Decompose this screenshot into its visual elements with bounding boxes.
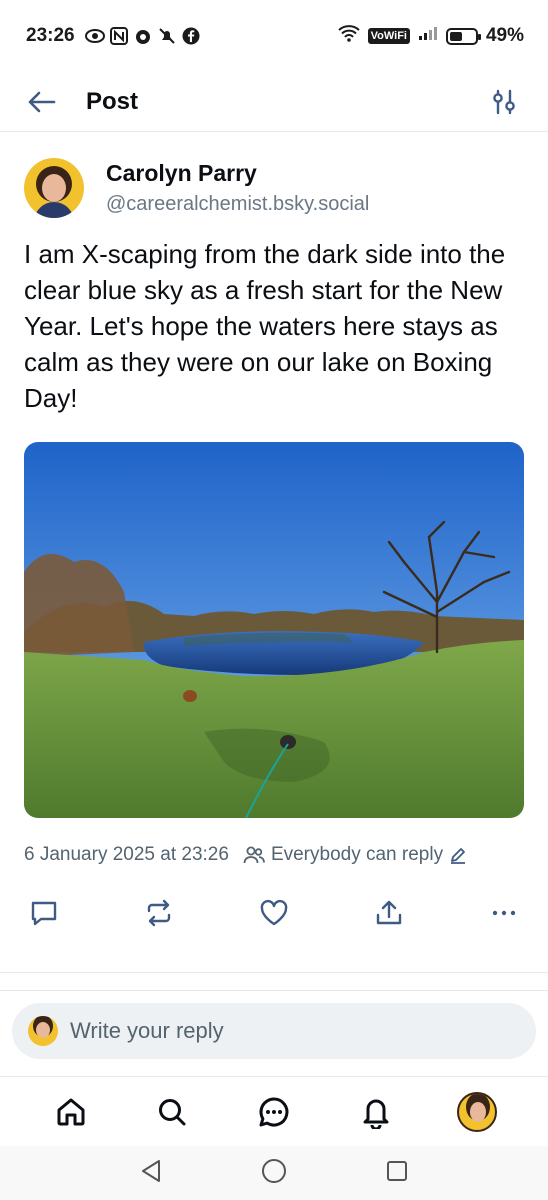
repost-icon	[147, 899, 171, 927]
eye-icon	[84, 26, 105, 46]
like-button[interactable]	[256, 895, 292, 931]
share-icon	[376, 900, 402, 925]
post: Carolyn Parry @careeralchemist.bsky.soci…	[0, 140, 548, 934]
repost-button[interactable]	[141, 895, 177, 931]
share-button[interactable]	[371, 895, 407, 931]
like-icon	[260, 899, 288, 926]
author-handle[interactable]: @careeralchemist.bsky.social	[106, 193, 369, 216]
status-time: 23:26	[26, 25, 75, 46]
author-name[interactable]: Carolyn Parry	[106, 160, 369, 187]
post-author[interactable]: Carolyn Parry @careeralchemist.bsky.soci…	[24, 140, 524, 236]
battery-icon	[445, 27, 481, 45]
page-title: Post	[86, 87, 139, 115]
status-left: 23:26	[26, 25, 201, 47]
people-icon	[243, 846, 265, 864]
battery-fill	[449, 31, 462, 41]
vowifi-badge: VoWiFi	[367, 28, 410, 44]
nav-notifications[interactable]	[352, 1088, 400, 1136]
header: Post	[0, 72, 548, 132]
reply-icon	[31, 901, 57, 926]
back-button[interactable]	[26, 82, 66, 122]
post-timestamp: 6 January 2025 at 23:26	[24, 844, 229, 865]
nav-search[interactable]	[148, 1088, 196, 1136]
reply-button[interactable]	[26, 895, 62, 931]
system-nav-bar	[0, 1146, 548, 1200]
reply-divider	[0, 990, 548, 991]
circle-home-icon	[261, 1158, 286, 1183]
arrow-left-icon	[28, 91, 56, 112]
alarm-icon	[133, 26, 153, 46]
nav-profile[interactable]	[453, 1088, 501, 1136]
square-recents-icon	[387, 1160, 408, 1181]
system-recents-button[interactable]	[386, 1160, 408, 1187]
system-home-button[interactable]	[261, 1158, 287, 1189]
home-icon	[57, 1098, 85, 1125]
signal-icon	[418, 25, 438, 47]
thread-settings-button[interactable]	[486, 84, 522, 120]
more-icon	[492, 910, 516, 916]
nav-chat[interactable]	[250, 1088, 298, 1136]
more-button[interactable]	[486, 895, 522, 931]
chat-icon	[259, 1096, 289, 1126]
reply-composer[interactable]: Write your reply	[12, 1003, 536, 1059]
author-avatar[interactable]	[24, 158, 84, 218]
bottom-nav	[0, 1076, 548, 1146]
pencil-icon	[451, 848, 466, 864]
system-back-button[interactable]	[140, 1159, 162, 1188]
profile-avatar	[457, 1091, 498, 1132]
author-meta: Carolyn Parry @careeralchemist.bsky.soci…	[106, 160, 369, 216]
battery-percent: 49%	[485, 25, 524, 46]
status-right: VoWiFi 49%	[337, 24, 524, 48]
post-actions	[24, 892, 524, 934]
triangle-back-icon	[141, 1159, 160, 1182]
sliders-icon	[493, 89, 515, 114]
post-divider	[0, 972, 548, 973]
post-text: I am X-scaping from the dark side into t…	[24, 239, 506, 413]
post-meta: 6 January 2025 at 23:26 Everybody can re…	[24, 844, 524, 866]
n-app-icon	[109, 26, 129, 46]
reply-permission[interactable]: Everybody can reply	[243, 844, 467, 866]
reply-avatar	[28, 1016, 58, 1046]
notification-icons	[84, 26, 201, 46]
post-image[interactable]	[24, 442, 524, 818]
wifi-icon	[337, 24, 360, 48]
mute-icon	[157, 26, 177, 46]
search-icon	[159, 1098, 186, 1125]
reply-placeholder: Write your reply	[70, 1018, 224, 1043]
reply-permission-label: Everybody can reply	[270, 844, 444, 865]
bell-icon	[363, 1099, 389, 1129]
status-bar: 23:26 VoWiFi 49%	[0, 0, 548, 72]
facebook-icon	[181, 26, 201, 46]
nav-home[interactable]	[47, 1088, 95, 1136]
